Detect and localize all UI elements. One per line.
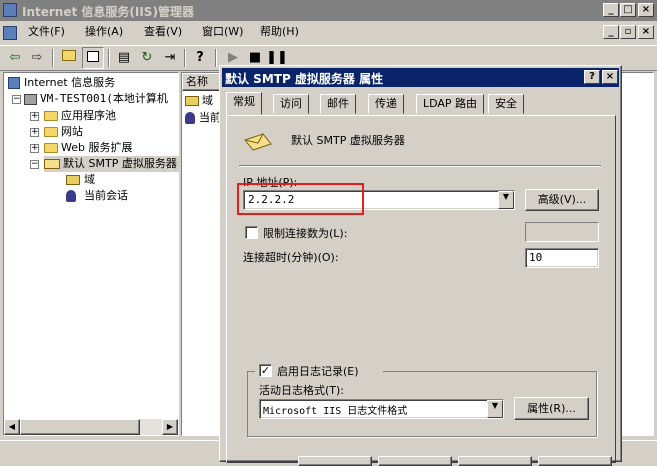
tab-ldap-routing[interactable]: LDAP 路由 — [416, 94, 485, 114]
collapse-icon[interactable]: − — [12, 95, 21, 104]
domain-icon — [185, 96, 199, 106]
toolbar-separator — [52, 49, 54, 67]
tab-security[interactable]: 安全 — [488, 94, 524, 114]
separator-line — [239, 165, 601, 167]
smtp-envelope-icon — [243, 132, 273, 151]
toolbar-separator — [184, 49, 186, 67]
folder-icon — [44, 111, 58, 121]
apply-button-edge[interactable] — [458, 456, 532, 466]
folder-icon — [44, 127, 58, 137]
mdi-minimize-button[interactable]: _ — [603, 25, 619, 39]
tree-item-domains[interactable]: 域 — [66, 172, 95, 188]
tree-pane[interactable]: Internet 信息服务 − VM-TEST001(本地计算机 + 应用程序池… — [3, 72, 179, 436]
folder-icon — [44, 143, 58, 153]
help-icon[interactable]: ? — [189, 47, 211, 69]
server-name-label: 默认 SMTP 虚拟服务器 — [291, 134, 405, 147]
mmc-doc-icon — [3, 26, 17, 40]
list-item[interactable]: 域 — [185, 93, 213, 109]
limit-connections-checkbox[interactable] — [245, 226, 258, 239]
tree-item-websites[interactable]: 网站 — [44, 124, 83, 140]
tree-item-smtp-server[interactable]: 默认 SMTP 虚拟服务器 — [44, 156, 179, 172]
expand-icon[interactable]: + — [30, 128, 39, 137]
limit-connections-label: 限制连接数为(L): — [263, 227, 348, 240]
scroll-thumb[interactable] — [20, 419, 140, 435]
menu-action[interactable]: 操作(A) — [79, 22, 129, 42]
computer-icon — [24, 93, 37, 105]
chevron-down-icon[interactable]: ▼ — [498, 191, 514, 209]
help-button-edge[interactable] — [538, 456, 612, 466]
maximize-button[interactable]: □ — [620, 3, 636, 17]
toolbar-separator — [108, 49, 110, 67]
main-window-title: Internet 信息服务(IIS)管理器 — [22, 5, 194, 19]
show-tree-icon[interactable] — [82, 47, 104, 69]
collapse-icon[interactable]: − — [30, 160, 39, 169]
back-arrow-icon[interactable]: ⇦ — [4, 47, 26, 69]
iis-app-icon — [3, 3, 17, 17]
forward-arrow-icon[interactable]: ⇨ — [26, 47, 48, 69]
tab-strip: 常规 访问 邮件 传递 LDAP 路由 安全 — [226, 92, 616, 116]
expand-icon[interactable]: + — [30, 144, 39, 153]
timeout-input[interactable]: 10 — [525, 248, 599, 268]
log-properties-button[interactable]: 属性(R)... — [514, 397, 589, 420]
tree-item-computer[interactable]: VM-TEST001(本地计算机 — [24, 91, 168, 107]
main-title-bar[interactable]: Internet 信息服务(IIS)管理器 _ □ × — [0, 0, 657, 21]
log-format-label: 活动日志格式(T): — [259, 384, 345, 397]
limit-connections-field — [525, 222, 599, 242]
close-button[interactable]: × — [638, 3, 654, 17]
up-folder-icon[interactable] — [58, 47, 80, 69]
log-format-dropdown[interactable]: Microsoft IIS 日志文件格式 ▼ — [259, 399, 504, 419]
scroll-left-button[interactable]: ◀ — [4, 419, 20, 435]
enable-logging-label: 启用日志记录(E) — [277, 365, 359, 378]
advanced-button[interactable]: 高级(V)... — [525, 189, 599, 211]
chevron-down-icon[interactable]: ▼ — [487, 400, 503, 418]
dialog-close-button[interactable]: × — [602, 70, 618, 84]
tree-item-web-extensions[interactable]: Web 服务扩展 — [44, 140, 132, 156]
minimize-button[interactable]: _ — [603, 3, 619, 17]
tab-general[interactable]: 常规 — [226, 92, 262, 115]
menu-window[interactable]: 窗口(W) — [196, 22, 249, 42]
tab-panel-general: 默认 SMTP 虚拟服务器 IP 地址(P): 2.2.2.2 ▼ 高级(V).… — [226, 115, 616, 463]
list-item[interactable]: 当前 — [185, 110, 221, 126]
tab-access[interactable]: 访问 — [273, 94, 309, 114]
scroll-right-button[interactable]: ▶ — [162, 419, 178, 435]
tree-horizontal-scrollbar[interactable]: ◀ ▶ — [4, 419, 178, 435]
export-icon[interactable]: ⇥ — [159, 47, 181, 69]
mdi-close-button[interactable]: × — [638, 25, 654, 39]
properties-dialog: 默认 SMTP 虚拟服务器 属性 ? × 常规 访问 邮件 传递 LDAP 路由… — [219, 65, 622, 466]
log-format-value: Microsoft IIS 日志文件格式 — [263, 406, 408, 417]
tab-messages[interactable]: 邮件 — [320, 94, 356, 114]
user-icon — [185, 112, 195, 124]
user-icon — [66, 190, 76, 202]
menu-help[interactable]: 帮助(H) — [254, 22, 305, 42]
domain-icon — [66, 175, 80, 185]
menu-bar: 文件(F) 操作(A) 查看(V) 窗口(W) 帮助(H) _ ▫ × — [0, 22, 657, 44]
tree-item-sessions[interactable]: 当前会话 — [66, 188, 128, 204]
dialog-title-bar[interactable]: 默认 SMTP 虚拟服务器 属性 ? × — [222, 68, 619, 87]
expand-icon[interactable]: + — [30, 112, 39, 121]
mdi-restore-button[interactable]: ▫ — [620, 25, 636, 39]
ip-highlight-box — [237, 183, 364, 215]
iis-icon — [8, 77, 20, 89]
tree-item-iis-root[interactable]: Internet 信息服务 — [8, 75, 115, 91]
smtp-envelope-icon — [44, 159, 60, 169]
properties-icon[interactable]: ▤ — [113, 47, 135, 69]
menu-view[interactable]: 查看(V) — [138, 22, 188, 42]
menu-file[interactable]: 文件(F) — [22, 22, 71, 42]
dialog-title: 默认 SMTP 虚拟服务器 属性 — [225, 72, 384, 86]
toolbar-separator — [215, 49, 217, 67]
refresh-icon[interactable]: ↻ — [136, 47, 158, 69]
cancel-button-edge[interactable] — [378, 456, 452, 466]
tree-item-app-pools[interactable]: 应用程序池 — [44, 108, 116, 124]
tab-delivery[interactable]: 传递 — [368, 94, 404, 114]
dialog-help-button[interactable]: ? — [584, 70, 600, 84]
ok-button-edge[interactable] — [298, 456, 372, 466]
timeout-label: 连接超时(分钟)(O): — [243, 251, 339, 264]
enable-logging-checkbox[interactable]: ✓ — [259, 364, 272, 377]
